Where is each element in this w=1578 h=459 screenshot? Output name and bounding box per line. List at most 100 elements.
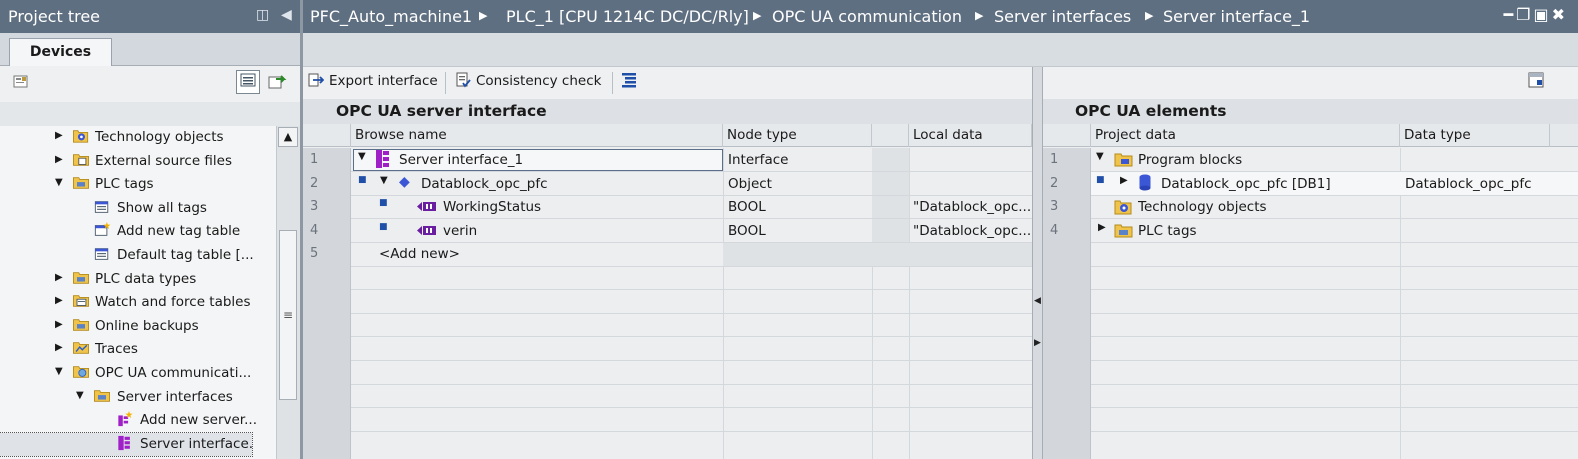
editor-header-area [303, 33, 1578, 67]
tree-item[interactable]: Show all tags [0, 197, 252, 221]
chevron-right-icon[interactable]: ▶ [55, 272, 63, 283]
browse-name[interactable]: WorkingStatus [443, 199, 541, 215]
tree-item[interactable]: Add new server... [0, 409, 257, 433]
col-node-type[interactable]: Node type [723, 124, 872, 147]
show-hierarchy-button[interactable] [621, 72, 642, 94]
tree-item[interactable]: ▼ PLC tags [0, 173, 252, 197]
node-type: BOOL [728, 199, 766, 215]
chevron-right-icon[interactable]: ▶ [55, 319, 63, 330]
header-rownum [303, 124, 351, 147]
chevron-right-icon[interactable]: ▶ [1120, 175, 1128, 186]
chevron-right-icon[interactable]: ▶ [55, 295, 63, 306]
browse-name[interactable]: Datablock_opc_pfc [421, 176, 548, 192]
opc-ua-icon [73, 366, 89, 378]
project-data-name[interactable]: Datablock_opc_pfc [DB1] [1161, 176, 1331, 192]
add-new-row[interactable]: <Add new> [379, 246, 460, 262]
tree-item-label: Show all tags [117, 199, 207, 216]
chevron-down-icon[interactable]: ▼ [380, 175, 388, 186]
dock-icon[interactable]: ◫ [256, 7, 269, 23]
tree-item[interactable]: ▶ Technology objects [0, 126, 252, 150]
row-number-column [1043, 148, 1091, 459]
project-data-name[interactable]: Technology objects [1138, 199, 1267, 215]
close-icon[interactable]: ✖ [1552, 5, 1568, 24]
tree-item-label: PLC data types [95, 270, 197, 287]
device-details-icon[interactable] [9, 72, 33, 96]
local-data[interactable]: "Datablock_opc... [913, 223, 1031, 239]
tree-item[interactable]: ▶ PLC data types [0, 268, 252, 292]
col-project-data[interactable]: Project data [1091, 124, 1400, 147]
chevron-right-icon[interactable]: ▶ [55, 130, 63, 141]
local-data[interactable]: "Datablock_opc... [913, 199, 1031, 215]
tree-item[interactable]: ▶ Traces [0, 338, 252, 362]
tree-item-label: Watch and force tables [95, 294, 251, 311]
row-number: 2 [310, 176, 319, 191]
grid-line [1091, 242, 1578, 243]
breadcrumb-item[interactable]: Server interfaces [994, 7, 1131, 26]
minimize-icon[interactable]: ━ [1503, 5, 1516, 24]
program-blocks-icon [1114, 153, 1133, 167]
tree-item[interactable]: ▶ Online backups [0, 315, 252, 339]
tree-item-label: Add new server... [140, 412, 257, 429]
breadcrumb-item[interactable]: PFC_Auto_machine1 [310, 7, 472, 26]
tree-item[interactable]: Default tag table [... [0, 244, 254, 268]
chevron-down-icon[interactable]: ▼ [55, 366, 63, 377]
splitter-right-arrow-icon[interactable]: ▶ [1034, 338, 1041, 348]
tab-devices[interactable]: Devices [9, 38, 112, 67]
chevron-down-icon[interactable]: ▼ [76, 390, 84, 401]
tree-item[interactable]: ▶ External source files [0, 150, 252, 174]
project-data-name[interactable]: Program blocks [1138, 152, 1242, 168]
restore-icon[interactable]: ❐ [1516, 5, 1533, 24]
export-interface-label: Export interface [329, 73, 438, 89]
server-interface-icon [118, 435, 130, 450]
export-tree-icon[interactable] [265, 70, 289, 94]
col-browse-name[interactable]: Browse name [351, 124, 723, 147]
row-number: 1 [310, 152, 319, 167]
chevron-right-icon: ▶ [753, 9, 762, 22]
maximize-icon[interactable]: ▣ [1533, 5, 1551, 24]
consistency-check-button[interactable]: Consistency check [455, 72, 601, 94]
col-data-type[interactable]: Data type [1400, 124, 1550, 147]
project-data-name[interactable]: PLC tags [1138, 223, 1197, 239]
scroll-up-icon[interactable]: ▲ [278, 127, 298, 147]
chevron-right-icon[interactable]: ▶ [55, 154, 63, 165]
list-view-icon[interactable] [236, 70, 260, 94]
tree-list: ▶ Technology objects ▶ External source file… [0, 126, 276, 459]
collapse-pane-icon[interactable]: ◀ [281, 7, 292, 23]
grid-line [1091, 171, 1578, 172]
external-source-files-icon [73, 153, 89, 166]
tree-item[interactable]: Add new tag table [0, 220, 252, 244]
tree-item[interactable]: Server interface. [0, 431, 253, 458]
tree-item-label: Default tag table [... [117, 247, 254, 263]
grid-line [1091, 336, 1578, 337]
elements-grid: Project data Data type 1 ▼ Program block… [1043, 124, 1578, 459]
tree-item-label: Traces [95, 341, 138, 358]
breadcrumb-item[interactable]: PLC_1 [CPU 1214C DC/DC/Rly] [506, 7, 749, 26]
chevron-down-icon[interactable]: ▼ [358, 151, 366, 162]
browse-name[interactable]: verin [443, 223, 477, 239]
project-tree-title-bar: Project tree ◫ ◀ [0, 0, 300, 33]
breadcrumb-item[interactable]: OPC UA communication [772, 7, 962, 26]
row-number: 3 [1050, 199, 1059, 214]
chevron-down-icon[interactable]: ▼ [1096, 151, 1104, 162]
tree-item[interactable]: ▶ Watch and force tables [0, 291, 252, 315]
grid-line [351, 360, 1032, 361]
folder-icon [94, 389, 110, 402]
tree-item[interactable]: ▼ OPC UA communicati... [0, 362, 252, 386]
elements-view-button[interactable] [1528, 72, 1549, 94]
chevron-right-icon[interactable]: ▶ [1098, 222, 1106, 233]
tree-header-gap [0, 102, 300, 126]
editor-splitter[interactable] [1032, 67, 1043, 459]
chevron-down-icon[interactable]: ▼ [55, 177, 63, 188]
tree-item-label: OPC UA communicati... [95, 365, 252, 381]
row-number-column [303, 148, 351, 459]
object-icon: ◆ [399, 174, 410, 190]
col-local-data[interactable]: Local data [909, 124, 1032, 147]
splitter-left-arrow-icon[interactable]: ◀ [1034, 296, 1041, 306]
browse-name[interactable]: Server interface_1 [399, 152, 523, 168]
col-blank[interactable] [872, 124, 909, 147]
grid-line [351, 336, 1032, 337]
export-interface-button[interactable]: Export interface [308, 72, 438, 94]
consistency-check-label: Consistency check [476, 73, 602, 89]
tree-item[interactable]: ▼ Server interfaces [0, 386, 252, 410]
chevron-right-icon[interactable]: ▶ [55, 342, 63, 353]
